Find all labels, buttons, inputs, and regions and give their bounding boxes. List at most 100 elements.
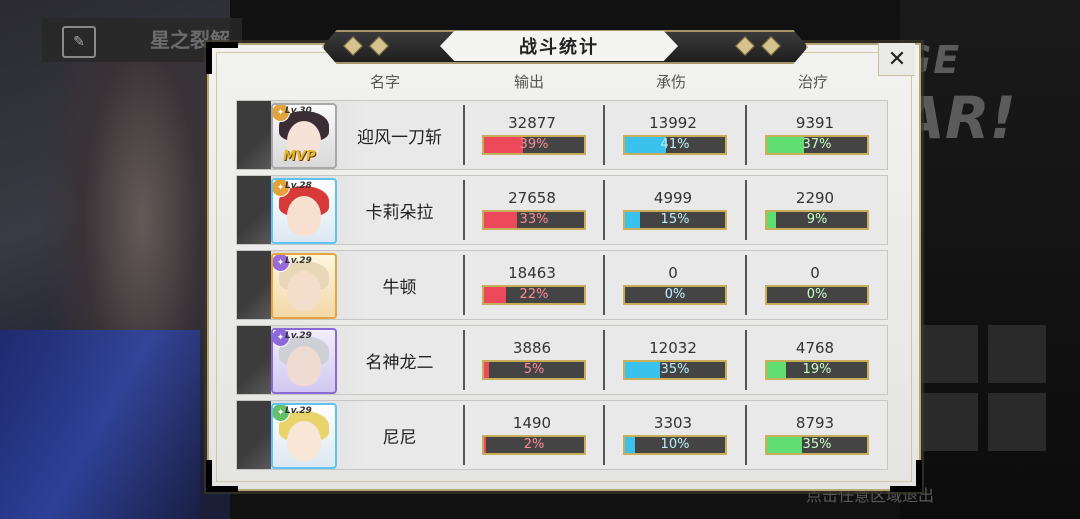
- tank-value: 13992: [649, 114, 697, 132]
- column-divider: [745, 330, 747, 390]
- tank-bar: 15%: [623, 210, 727, 230]
- damage-value: 32877: [508, 114, 556, 132]
- column-divider: [463, 330, 465, 390]
- corner-ornament: [206, 460, 238, 492]
- row-stripe: [237, 101, 271, 169]
- column-divider: [745, 405, 747, 465]
- tank-bar: 0%: [623, 285, 727, 305]
- row-stripe: [237, 326, 271, 394]
- player-avatar[interactable]: ✦ Lv.29: [271, 328, 337, 394]
- damage-stat: 3886 5%: [467, 326, 597, 394]
- background-tile: [988, 393, 1046, 451]
- heal-percent: 35%: [802, 437, 832, 452]
- column-divider: [745, 105, 747, 165]
- heal-percent: 0%: [806, 287, 828, 302]
- tank-stat: 0 0%: [608, 251, 738, 319]
- dialog-title: 战斗统计: [440, 31, 678, 61]
- heal-percent: 19%: [802, 362, 832, 377]
- column-divider: [463, 255, 465, 315]
- column-divider: [745, 255, 747, 315]
- heal-value: 4768: [795, 339, 835, 357]
- tank-value: 0: [668, 264, 678, 282]
- player-level: Lv.30: [285, 106, 312, 116]
- heal-bar: 9%: [765, 210, 869, 230]
- player-avatar[interactable]: ✦ Lv.29: [271, 253, 337, 319]
- corner-ornament: [206, 42, 238, 74]
- tank-stat: 3303 10%: [608, 401, 738, 469]
- player-row: ✦ Lv.28 卡莉朵拉 27658 33% 4999 15% 2290 9%: [236, 175, 888, 245]
- damage-stat: 27658 33%: [467, 176, 597, 244]
- column-divider: [463, 180, 465, 240]
- tank-value: 3303: [653, 414, 693, 432]
- column-divider: [603, 330, 605, 390]
- background-blue-dress: [0, 330, 200, 519]
- player-level: Lv.29: [285, 256, 312, 266]
- tank-percent: 35%: [660, 362, 690, 377]
- tank-stat: 4999 15%: [608, 176, 738, 244]
- player-row: ✦ Lv.29 尼尼 1490 2% 3303 10% 8793 35%: [236, 400, 888, 470]
- close-icon: ✕: [887, 46, 907, 72]
- player-avatar[interactable]: ✦ Lv.28: [271, 178, 337, 244]
- player-avatar[interactable]: ✦ Lv.30 MVP: [271, 103, 337, 169]
- damage-value: 3886: [512, 339, 552, 357]
- player-name: 迎风一刀斩: [357, 127, 442, 148]
- heal-stat: 9391 37%: [750, 101, 880, 169]
- heal-percent: 37%: [802, 137, 832, 152]
- heal-value: 9391: [795, 114, 835, 132]
- heal-bar: 37%: [765, 135, 869, 155]
- damage-percent: 33%: [519, 212, 549, 227]
- background-tile: [920, 393, 978, 451]
- heal-stat: 4768 19%: [750, 326, 880, 394]
- tank-percent: 10%: [660, 437, 690, 452]
- heal-stat: 0 0%: [750, 251, 880, 319]
- column-divider: [603, 180, 605, 240]
- tank-percent: 41%: [660, 137, 690, 152]
- header-tank: 承伤: [655, 73, 686, 91]
- player-name: 尼尼: [382, 427, 417, 448]
- corner-ornament: [890, 460, 922, 492]
- heal-value: 2290: [795, 189, 835, 207]
- header-name: 名字: [369, 73, 400, 91]
- player-row: ✦ Lv.29 名神龙二 3886 5% 12032 35% 4768 19%: [236, 325, 888, 395]
- damage-bar: 33%: [482, 210, 586, 230]
- damage-bar: 5%: [482, 360, 586, 380]
- header-damage: 输出: [513, 73, 544, 91]
- damage-bar: 39%: [482, 135, 586, 155]
- avatar-face: [287, 196, 321, 236]
- background-tile: [920, 325, 978, 383]
- column-divider: [463, 405, 465, 465]
- tank-percent: 15%: [660, 212, 690, 227]
- damage-value: 27658: [508, 189, 556, 207]
- tank-stat: 13992 41%: [608, 101, 738, 169]
- player-level: Lv.29: [285, 331, 312, 341]
- damage-stat: 18463 22%: [467, 251, 597, 319]
- column-divider: [463, 105, 465, 165]
- tank-percent: 0%: [664, 287, 686, 302]
- player-avatar[interactable]: ✦ Lv.29: [271, 403, 337, 469]
- damage-bar: 22%: [482, 285, 586, 305]
- column-divider: [745, 180, 747, 240]
- damage-value: 1490: [512, 414, 552, 432]
- damage-percent: 22%: [519, 287, 549, 302]
- damage-percent: 39%: [519, 137, 549, 152]
- damage-bar: 2%: [482, 435, 586, 455]
- damage-stat: 32877 39%: [467, 101, 597, 169]
- player-name: 名神龙二: [365, 352, 434, 373]
- player-name: 卡莉朵拉: [365, 202, 434, 223]
- notebook-icon: ✎: [62, 26, 96, 58]
- tank-bar: 35%: [623, 360, 727, 380]
- tank-value: 4999: [653, 189, 693, 207]
- heal-bar: 0%: [765, 285, 869, 305]
- heal-stat: 8793 35%: [750, 401, 880, 469]
- heal-value: 8793: [795, 414, 835, 432]
- heal-stat: 2290 9%: [750, 176, 880, 244]
- tank-value: 12032: [649, 339, 697, 357]
- close-button[interactable]: ✕: [878, 43, 915, 76]
- mvp-badge: MVP: [283, 149, 316, 164]
- damage-stat: 1490 2%: [467, 401, 597, 469]
- heal-bar: 35%: [765, 435, 869, 455]
- column-divider: [603, 105, 605, 165]
- player-row: ✦ Lv.30 MVP 迎风一刀斩 32877 39% 13992 41% 93…: [236, 100, 888, 170]
- player-level: Lv.28: [285, 181, 312, 191]
- heal-value: 0: [810, 264, 820, 282]
